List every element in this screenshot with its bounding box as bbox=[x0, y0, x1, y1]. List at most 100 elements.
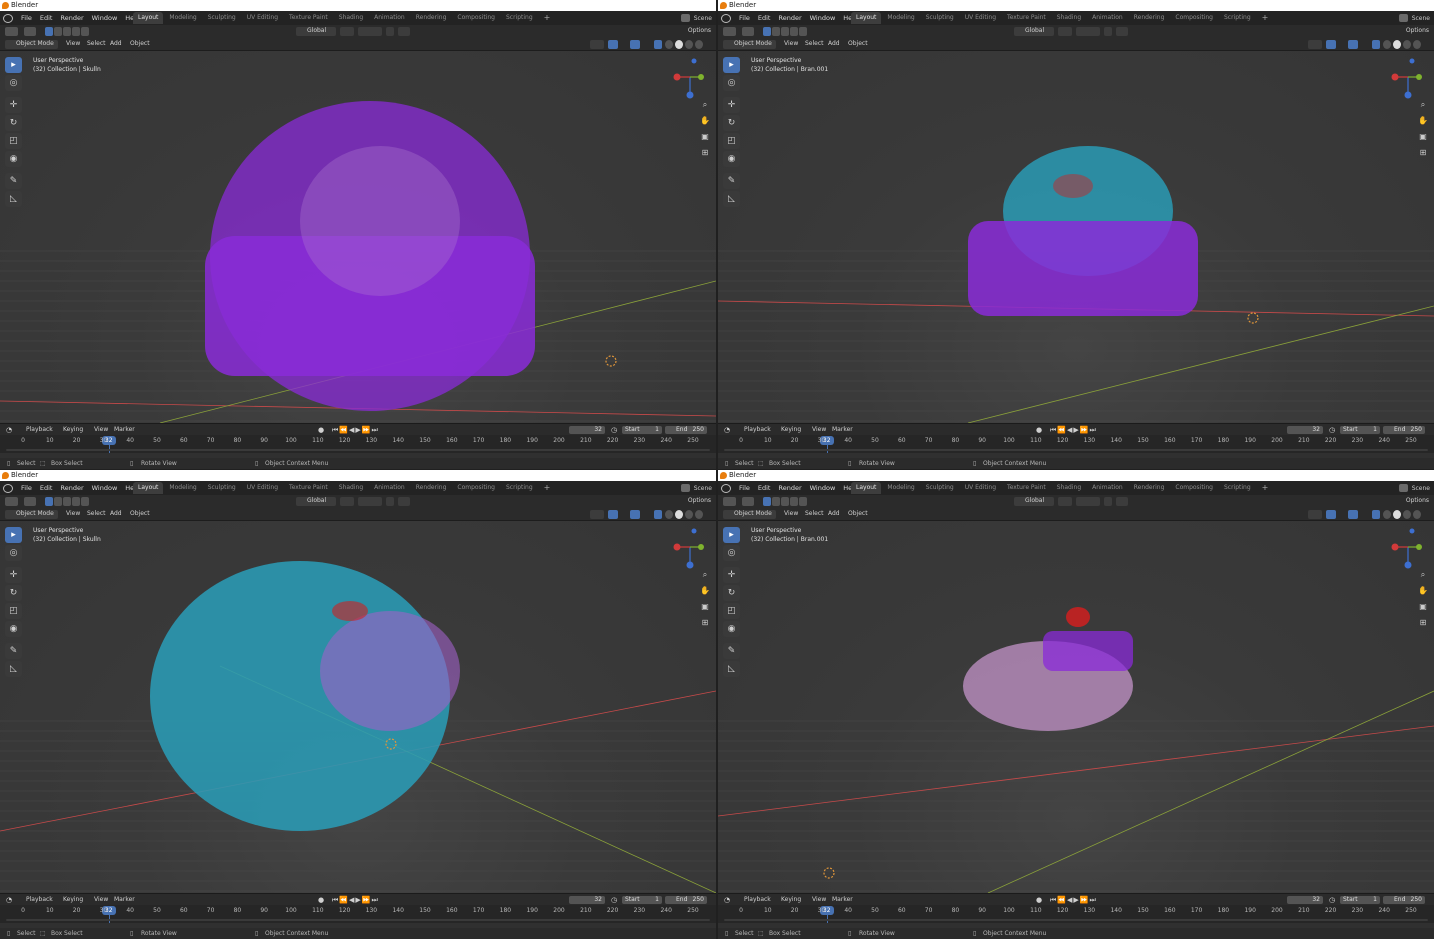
camera-icon[interactable]: ▣ bbox=[698, 599, 712, 613]
tab-shading[interactable]: Shading bbox=[334, 482, 368, 494]
navigation-gizmo[interactable] bbox=[670, 527, 706, 573]
pivot-dropdown[interactable] bbox=[340, 497, 354, 506]
mode-extend-button[interactable] bbox=[54, 27, 62, 36]
transform-icon[interactable]: ◉ bbox=[723, 621, 740, 637]
pivot-dropdown[interactable] bbox=[1058, 497, 1072, 506]
viewport-menu-view[interactable]: View bbox=[784, 508, 798, 520]
cursor-icon[interactable]: ◎ bbox=[5, 545, 22, 561]
scene-selector[interactable]: Scene bbox=[680, 11, 712, 25]
rotate-icon[interactable]: ↻ bbox=[723, 115, 740, 131]
measure-icon[interactable]: ◺ bbox=[723, 661, 740, 677]
blender-menu-icon[interactable] bbox=[3, 483, 13, 493]
cursor-icon[interactable]: ◎ bbox=[723, 75, 740, 91]
start-frame-field[interactable]: Start 1 bbox=[1340, 896, 1380, 904]
tab-sculpting[interactable]: Sculpting bbox=[203, 12, 241, 24]
viewport-menu-object[interactable]: Object bbox=[130, 508, 150, 520]
shading-rendered-button[interactable] bbox=[695, 40, 703, 49]
menu-file[interactable]: File bbox=[735, 14, 754, 22]
playback-controls-icon[interactable]: ⏮⏪◀▶⏩⏭ bbox=[1050, 896, 1097, 904]
editor-type-button[interactable] bbox=[723, 27, 736, 36]
xray-toggle[interactable] bbox=[1372, 510, 1380, 519]
falloff-dropdown[interactable] bbox=[1116, 497, 1128, 506]
tab-scripting[interactable]: Scripting bbox=[501, 482, 538, 494]
tab-animation[interactable]: Animation bbox=[369, 12, 410, 24]
menu-render[interactable]: Render bbox=[774, 14, 805, 22]
tab-compositing[interactable]: Compositing bbox=[1170, 482, 1218, 494]
menu-window[interactable]: Window bbox=[88, 14, 122, 22]
tab-uv-editing[interactable]: UV Editing bbox=[960, 12, 1001, 24]
measure-icon[interactable]: ◺ bbox=[5, 191, 22, 207]
editor-type-button[interactable] bbox=[5, 497, 18, 506]
shading-material-button[interactable] bbox=[1403, 510, 1411, 519]
tab-rendering[interactable]: Rendering bbox=[411, 482, 452, 494]
menu-render[interactable]: Render bbox=[56, 484, 87, 492]
transform-icon[interactable]: ◉ bbox=[5, 621, 22, 637]
start-frame-field[interactable]: Start 1 bbox=[622, 896, 662, 904]
mode-intersect-button[interactable] bbox=[81, 497, 89, 506]
record-icon[interactable]: ● bbox=[1036, 426, 1042, 434]
record-icon[interactable]: ● bbox=[1036, 896, 1042, 904]
viewport-menu-select[interactable]: Select bbox=[805, 508, 824, 520]
pivot-dropdown[interactable] bbox=[1058, 27, 1072, 36]
tab-texture-paint[interactable]: Texture Paint bbox=[1002, 482, 1051, 494]
options-dropdown[interactable]: Options bbox=[1406, 25, 1429, 37]
viewport-menu-add[interactable]: Add bbox=[110, 508, 122, 520]
shading-wireframe-button[interactable] bbox=[1383, 510, 1391, 519]
timeline-scrollbar[interactable] bbox=[6, 919, 710, 921]
blender-menu-icon[interactable] bbox=[721, 483, 731, 493]
proportional-toggle[interactable] bbox=[386, 27, 394, 36]
select-mode-button[interactable] bbox=[742, 27, 754, 36]
mode-subtract-button[interactable] bbox=[63, 497, 71, 506]
camera-icon[interactable]: ▣ bbox=[1416, 599, 1430, 613]
tab-texture-paint[interactable]: Texture Paint bbox=[1002, 12, 1051, 24]
menu-file[interactable]: File bbox=[17, 484, 36, 492]
add-workspace-button[interactable]: + bbox=[539, 482, 556, 494]
viewport-menu-object[interactable]: Object bbox=[848, 508, 868, 520]
shading-rendered-button[interactable] bbox=[1413, 510, 1421, 519]
move-icon[interactable]: ✛ bbox=[5, 97, 22, 113]
select-cursor-icon[interactable]: ▸ bbox=[723, 527, 740, 543]
proportional-toggle[interactable] bbox=[1104, 27, 1112, 36]
mode-subtract-button[interactable] bbox=[781, 497, 789, 506]
tab-modeling[interactable]: Modeling bbox=[882, 482, 919, 494]
shading-material-button[interactable] bbox=[685, 40, 693, 49]
annotate-icon[interactable]: ✎ bbox=[5, 173, 22, 189]
xray-toggle[interactable] bbox=[654, 40, 662, 49]
falloff-dropdown[interactable] bbox=[1116, 27, 1128, 36]
overlay-toggle[interactable] bbox=[1348, 510, 1358, 519]
tab-animation[interactable]: Animation bbox=[1087, 482, 1128, 494]
timeline-editor-icon[interactable]: ◔ bbox=[6, 426, 12, 434]
tab-rendering[interactable]: Rendering bbox=[1129, 482, 1170, 494]
tab-layout[interactable]: Layout bbox=[851, 482, 882, 494]
blender-menu-icon[interactable] bbox=[721, 13, 731, 23]
mode-new-button[interactable] bbox=[763, 27, 771, 36]
visibility-dropdown[interactable] bbox=[1308, 510, 1322, 519]
tab-modeling[interactable]: Modeling bbox=[164, 12, 201, 24]
options-dropdown[interactable]: Options bbox=[688, 495, 711, 507]
overlay-toggle[interactable] bbox=[630, 40, 640, 49]
annotate-icon[interactable]: ✎ bbox=[723, 643, 740, 659]
menu-file[interactable]: File bbox=[735, 484, 754, 492]
end-frame-field[interactable]: End 250 bbox=[665, 896, 707, 904]
blender-menu-icon[interactable] bbox=[3, 13, 13, 23]
grid-icon[interactable]: ⊞ bbox=[698, 615, 712, 629]
snap-dropdown[interactable] bbox=[1076, 497, 1100, 506]
grid-icon[interactable]: ⊞ bbox=[1416, 615, 1430, 629]
timeline-scrollbar[interactable] bbox=[724, 449, 1428, 451]
options-dropdown[interactable]: Options bbox=[1406, 495, 1429, 507]
mode-intersect-button[interactable] bbox=[799, 497, 807, 506]
camera-icon[interactable]: ▣ bbox=[1416, 129, 1430, 143]
tab-compositing[interactable]: Compositing bbox=[452, 482, 500, 494]
playback-controls-icon[interactable]: ⏮⏪◀▶⏩⏭ bbox=[332, 426, 379, 434]
3d-viewport[interactable]: ▸ ◎ ✛ ↻ ◰ ◉ ✎ ◺ User Perspective (32) Co… bbox=[718, 51, 1434, 423]
menu-render[interactable]: Render bbox=[56, 14, 87, 22]
mode-new-button[interactable] bbox=[763, 497, 771, 506]
hand-pan-icon[interactable]: ✋ bbox=[698, 113, 712, 127]
tab-animation[interactable]: Animation bbox=[369, 482, 410, 494]
annotate-icon[interactable]: ✎ bbox=[723, 173, 740, 189]
zoom-icon[interactable]: ⌕ bbox=[698, 568, 712, 582]
gizmo-toggle[interactable] bbox=[608, 40, 618, 49]
mode-subtract-button[interactable] bbox=[63, 27, 71, 36]
current-frame-field[interactable]: 32 bbox=[1287, 426, 1323, 434]
current-frame-field[interactable]: 32 bbox=[1287, 896, 1323, 904]
